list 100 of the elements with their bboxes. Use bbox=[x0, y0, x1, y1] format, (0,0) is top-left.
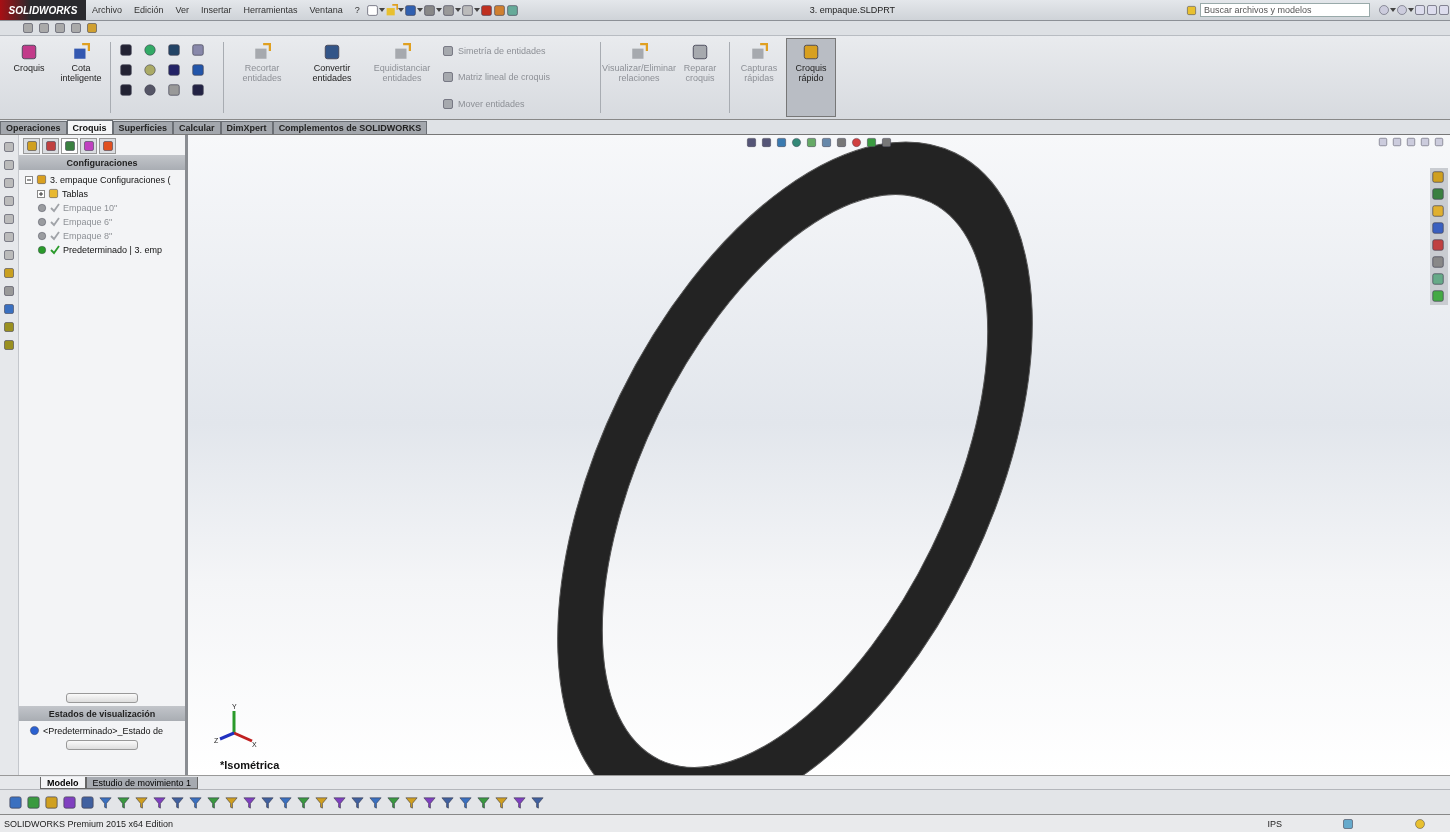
sketch-tool-icon[interactable] bbox=[143, 83, 157, 97]
filter-icon[interactable] bbox=[278, 794, 293, 810]
toolbar-icon[interactable] bbox=[3, 303, 15, 315]
filter-icon[interactable] bbox=[458, 794, 473, 810]
toolbar-icon[interactable] bbox=[3, 177, 15, 189]
filter-icon[interactable] bbox=[134, 794, 149, 810]
ribbon-button[interactable]: Convertir entidades bbox=[298, 38, 366, 117]
filter-icon[interactable] bbox=[260, 794, 275, 810]
toolbar-icon[interactable] bbox=[62, 794, 77, 810]
filter-icon[interactable] bbox=[152, 794, 167, 810]
filter-icon[interactable] bbox=[440, 794, 455, 810]
configuration-icon[interactable] bbox=[37, 202, 47, 213]
toolbar-icon[interactable] bbox=[3, 249, 15, 261]
tree-item[interactable]: Tablas bbox=[62, 188, 88, 199]
command-tab[interactable]: Operaciones bbox=[0, 121, 67, 134]
panel-tab[interactable] bbox=[61, 138, 78, 154]
filter-icon[interactable] bbox=[314, 794, 329, 810]
toolbar-icon[interactable] bbox=[492, 3, 506, 17]
toolbar-icon[interactable] bbox=[80, 794, 95, 810]
toolbar-icon[interactable] bbox=[3, 141, 15, 153]
toolbar-icon[interactable] bbox=[26, 794, 41, 810]
tool-icon[interactable] bbox=[323, 43, 341, 61]
filter-icon[interactable] bbox=[242, 794, 257, 810]
panel-tab[interactable] bbox=[42, 138, 59, 154]
sketch-tool-icon[interactable] bbox=[191, 83, 205, 97]
filter-icon[interactable] bbox=[224, 794, 239, 810]
command-tab[interactable]: Complementos de SOLIDWORKS bbox=[272, 121, 428, 134]
task-pane-icon[interactable] bbox=[1431, 187, 1445, 201]
caret-icon[interactable] bbox=[1390, 8, 1396, 12]
toolbar-icon[interactable] bbox=[3, 267, 15, 279]
expand-icon[interactable] bbox=[37, 189, 45, 198]
search-field[interactable]: Buscar archivos y modelos bbox=[1200, 3, 1370, 17]
toolbar-icon[interactable] bbox=[3, 285, 15, 297]
menu-item[interactable]: Insertar bbox=[195, 5, 238, 15]
toolbar-icon[interactable] bbox=[3, 159, 15, 171]
caret-icon[interactable] bbox=[397, 8, 404, 12]
bottom-tab[interactable]: Modelo bbox=[40, 777, 86, 789]
app-logo[interactable]: SOLIDWORKS bbox=[0, 0, 86, 20]
toolbar-icon[interactable] bbox=[3, 231, 15, 243]
view-tool-icon[interactable] bbox=[761, 136, 772, 148]
help-icon[interactable] bbox=[1342, 817, 1354, 830]
toolbar-icon[interactable] bbox=[479, 3, 493, 17]
command-tab[interactable]: Superficies bbox=[112, 121, 174, 134]
toolbar-icon[interactable] bbox=[44, 794, 59, 810]
sketch-tool-icon[interactable] bbox=[119, 63, 133, 77]
filter-icon[interactable] bbox=[188, 794, 203, 810]
caret-icon[interactable] bbox=[435, 8, 442, 12]
toolbar-icon[interactable] bbox=[403, 3, 417, 17]
sketch-tool-icon[interactable] bbox=[167, 43, 181, 57]
toolbar-icon[interactable] bbox=[22, 22, 34, 34]
sketch-tool-icon[interactable] bbox=[167, 63, 181, 77]
caret-icon[interactable] bbox=[473, 8, 480, 12]
command-tab[interactable]: Calcular bbox=[173, 121, 221, 134]
units-label[interactable]: IPS bbox=[1267, 818, 1282, 829]
tool-icon[interactable] bbox=[802, 43, 820, 61]
tool-icon[interactable] bbox=[20, 43, 38, 61]
sketch-tool-icon[interactable] bbox=[119, 83, 133, 97]
bottom-tab[interactable]: Estudio de movimiento 1 bbox=[85, 777, 199, 789]
filter-icon[interactable] bbox=[386, 794, 401, 810]
panel-tab[interactable] bbox=[99, 138, 116, 154]
filter-icon[interactable] bbox=[116, 794, 131, 810]
filter-icon[interactable] bbox=[404, 794, 419, 810]
filter-icon[interactable] bbox=[332, 794, 347, 810]
menu-item[interactable]: Edición bbox=[128, 5, 170, 15]
toolbar-icon[interactable] bbox=[8, 794, 23, 810]
ribbon-button[interactable]: Croquis rápido bbox=[786, 38, 836, 117]
filter-icon[interactable] bbox=[170, 794, 185, 810]
filter-icon[interactable] bbox=[530, 794, 545, 810]
task-pane-icon[interactable] bbox=[1431, 255, 1445, 269]
toolbar-icon[interactable] bbox=[441, 3, 455, 17]
task-pane-icon[interactable] bbox=[1431, 272, 1445, 286]
menu-item[interactable]: Herramientas bbox=[237, 5, 304, 15]
sketch-tool-icon[interactable] bbox=[191, 63, 205, 77]
command-tab[interactable]: Croquis bbox=[66, 120, 113, 134]
task-pane-icon[interactable] bbox=[1431, 238, 1445, 252]
ribbon-button[interactable]: Croquis bbox=[4, 38, 54, 117]
view-tool-icon[interactable] bbox=[746, 136, 757, 148]
configuration-icon[interactable] bbox=[37, 230, 47, 241]
toolbar-icon[interactable] bbox=[3, 213, 15, 225]
toolbar-icon[interactable] bbox=[38, 22, 50, 34]
display-state-item[interactable]: <Predeterminado>_Estado de bbox=[43, 725, 164, 736]
caret-icon[interactable] bbox=[416, 8, 423, 12]
menu-item[interactable]: ? bbox=[348, 5, 366, 15]
toolbar-icon[interactable] bbox=[3, 321, 15, 333]
filter-icon[interactable] bbox=[512, 794, 527, 810]
tree-item[interactable]: 3. empaque Configuraciones ( bbox=[50, 174, 171, 185]
toolbar-icon[interactable] bbox=[54, 22, 66, 34]
restore-icon[interactable] bbox=[1426, 4, 1438, 16]
panel-tab[interactable] bbox=[23, 138, 40, 154]
folder-icon[interactable] bbox=[48, 188, 59, 199]
filter-icon[interactable] bbox=[494, 794, 509, 810]
toolbar-icon[interactable] bbox=[3, 339, 15, 351]
filter-icon[interactable] bbox=[368, 794, 383, 810]
toolbar-icon[interactable] bbox=[460, 3, 474, 17]
minimize-icon[interactable] bbox=[1414, 4, 1426, 16]
menu-item[interactable]: Ventana bbox=[303, 5, 349, 15]
toolbar-icon[interactable] bbox=[70, 22, 82, 34]
filter-icon[interactable] bbox=[98, 794, 113, 810]
filter-icon[interactable] bbox=[422, 794, 437, 810]
part-icon[interactable] bbox=[36, 174, 47, 185]
